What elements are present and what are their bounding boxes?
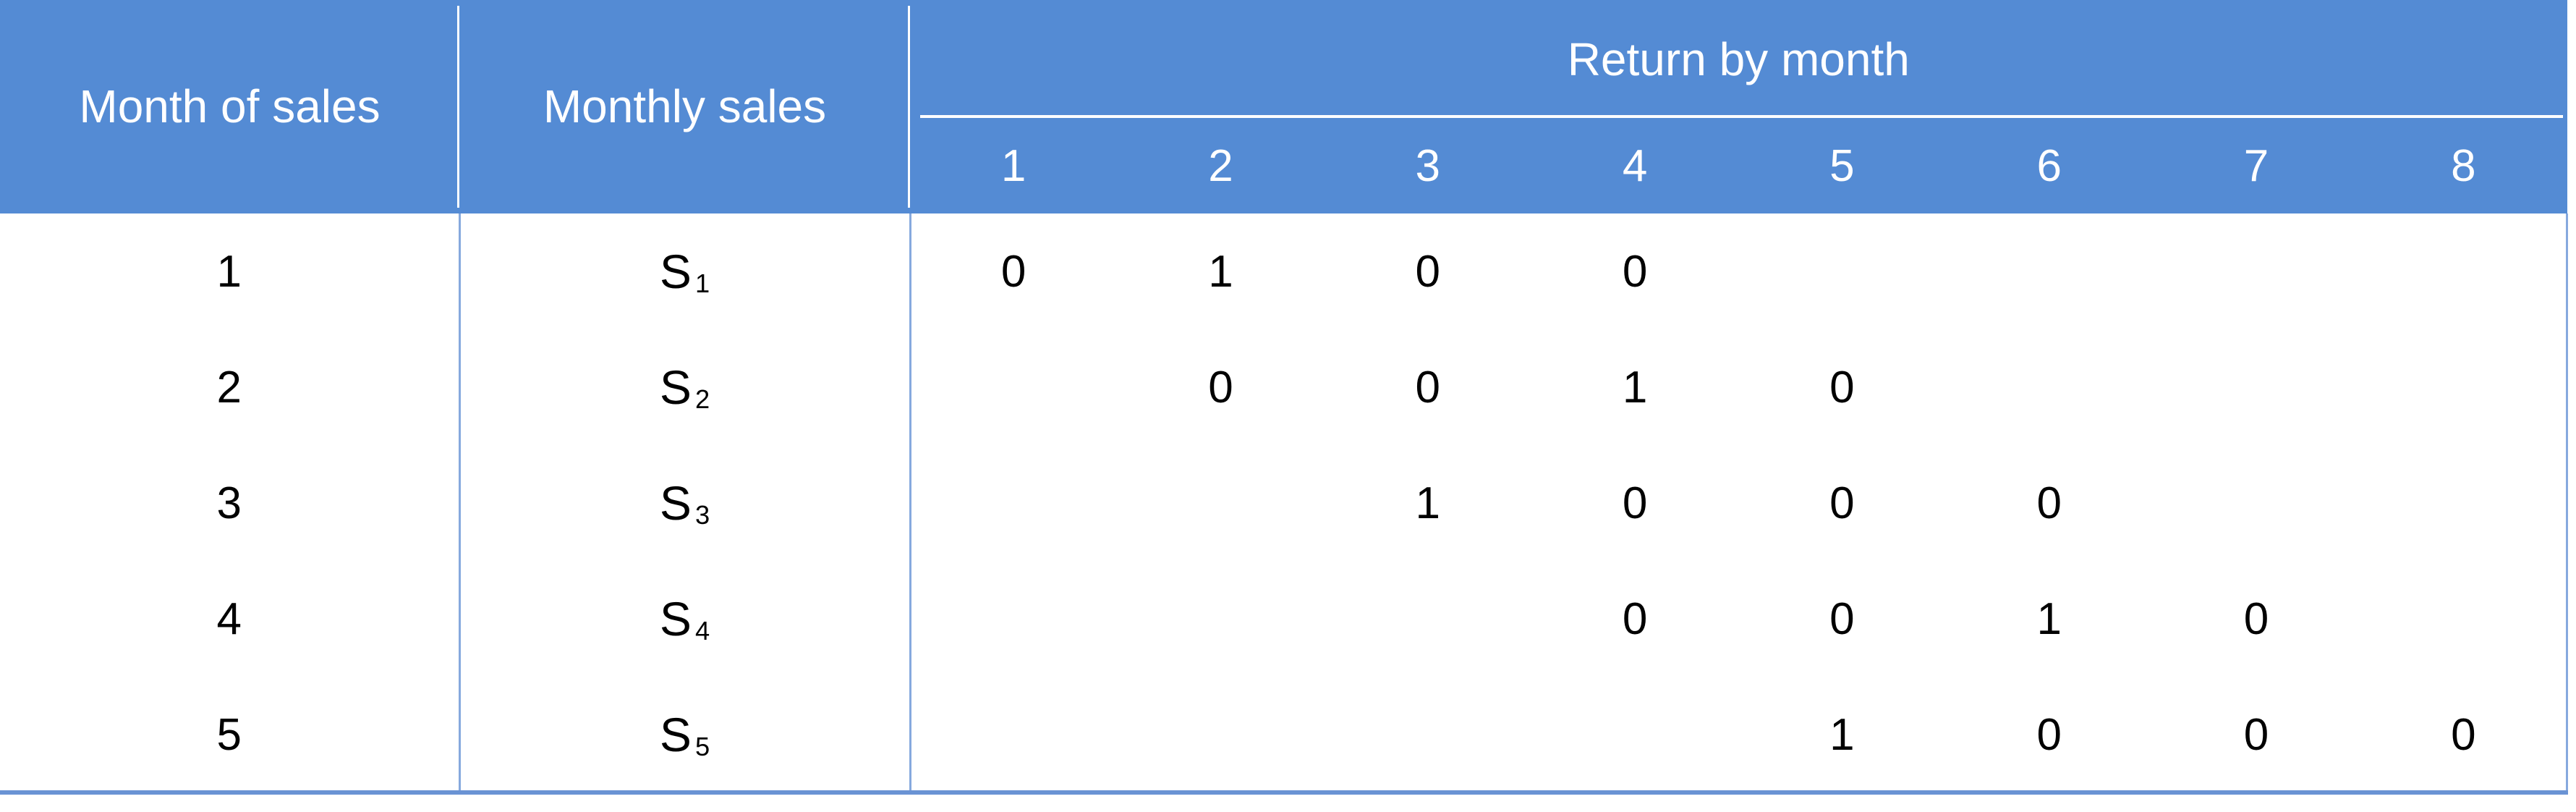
- cell-return-month-6: 0: [1945, 445, 2154, 561]
- cell-return-month-1: [910, 677, 1118, 792]
- cell-return-month-3: [1324, 677, 1533, 792]
- return-by-month-table-container: Month of sales Monthly sales Return by m…: [0, 0, 2576, 812]
- monthly-sales-symbol: S: [659, 708, 692, 761]
- monthly-sales-symbol: S: [659, 245, 692, 298]
- cell-return-month-5: 1: [1738, 677, 1947, 792]
- cell-return-month-3: 0: [1324, 329, 1533, 445]
- cell-return-month-7: [2152, 213, 2361, 329]
- column-header-return-month-4: 4: [1531, 118, 1739, 213]
- cell-return-month-5: 0: [1738, 445, 1947, 561]
- table-row: 5 S5 1 0 0 0: [0, 677, 2569, 792]
- column-header-return-month-6: 6: [1945, 118, 2153, 213]
- cell-month-of-sales: 1: [0, 213, 461, 329]
- cell-return-month-1: [910, 329, 1118, 445]
- cell-return-month-8: [2360, 329, 2569, 445]
- monthly-sales-symbol: S: [659, 592, 692, 646]
- monthly-sales-subscript: 1: [694, 268, 710, 298]
- column-group-header-return-by-month: Return by month: [910, 0, 2567, 118]
- header-group-row: Month of sales Monthly sales Return by m…: [0, 0, 2567, 213]
- table-row: 2 S2 0 0 1 0: [0, 329, 2569, 445]
- monthly-sales-subscript: 2: [694, 384, 710, 414]
- cell-return-month-7: [2152, 445, 2361, 561]
- cell-return-month-1: [910, 561, 1118, 677]
- cell-monthly-sales: S1: [459, 213, 911, 329]
- cell-return-month-2: [1117, 677, 1326, 792]
- cell-return-month-5: [1738, 213, 1947, 329]
- cell-return-month-8: [2360, 213, 2569, 329]
- column-header-return-month-8: 8: [2360, 118, 2567, 213]
- cell-return-month-8: [2360, 561, 2569, 677]
- cell-monthly-sales: S4: [459, 561, 911, 677]
- cell-return-month-7: [2152, 329, 2361, 445]
- cell-return-month-4: 0: [1531, 213, 1740, 329]
- cell-monthly-sales: S3: [459, 445, 911, 561]
- cell-month-of-sales: 4: [0, 561, 461, 677]
- cell-return-month-8: [2360, 445, 2569, 561]
- cell-return-month-2: [1117, 445, 1326, 561]
- cell-return-month-7: 0: [2152, 677, 2361, 792]
- column-header-return-month-7: 7: [2152, 118, 2360, 213]
- cell-return-month-3: [1324, 561, 1533, 677]
- cell-return-month-2: [1117, 561, 1326, 677]
- table-row: 1 S1 0 1 0 0: [0, 213, 2569, 329]
- column-header-return-month-1: 1: [910, 118, 1118, 213]
- cell-return-month-4: 1: [1531, 329, 1740, 445]
- column-header-return-month-5: 5: [1738, 118, 1946, 213]
- cell-return-month-1: [910, 445, 1118, 561]
- cell-return-month-4: 0: [1531, 445, 1740, 561]
- cell-return-month-3: 1: [1324, 445, 1533, 561]
- cell-return-month-1: 0: [910, 213, 1118, 329]
- cell-monthly-sales: S5: [459, 677, 911, 792]
- column-header-month-of-sales: Month of sales: [0, 0, 459, 213]
- monthly-sales-subscript: 4: [694, 615, 710, 646]
- monthly-sales-subscript: 5: [694, 731, 710, 761]
- cell-return-month-6: [1945, 329, 2154, 445]
- cell-return-month-8: 0: [2360, 677, 2569, 792]
- cell-return-month-6: 1: [1945, 561, 2154, 677]
- monthly-sales-subscript: 3: [694, 499, 710, 530]
- cell-return-month-5: 0: [1738, 561, 1947, 677]
- cell-return-month-6: [1945, 213, 2154, 329]
- cell-month-of-sales: 2: [0, 329, 461, 445]
- monthly-sales-symbol: S: [659, 360, 692, 414]
- cell-return-month-7: 0: [2152, 561, 2361, 677]
- cell-return-month-4: [1531, 677, 1740, 792]
- table-row: 3 S3 1 0 0 0: [0, 445, 2569, 561]
- table-header: Month of sales Monthly sales Return by m…: [0, 0, 2567, 213]
- cell-return-month-2: 1: [1117, 213, 1326, 329]
- cell-return-month-6: 0: [1945, 677, 2154, 792]
- cell-return-month-4: 0: [1531, 561, 1740, 677]
- return-by-month-table: Month of sales Monthly sales Return by m…: [0, 0, 2569, 792]
- column-header-return-month-3: 3: [1324, 118, 1531, 213]
- cell-return-month-5: 0: [1738, 329, 1947, 445]
- table-bottom-rule: [0, 790, 2568, 795]
- monthly-sales-symbol: S: [659, 476, 692, 530]
- table-row: 4 S4 0 0 1 0: [0, 561, 2569, 677]
- table-body: 1 S1 0 1 0 0 2 S2 0 0 1 0 3 S 3 1 0 0 0 …: [0, 213, 2569, 792]
- cell-month-of-sales: 3: [0, 445, 461, 561]
- cell-return-month-2: 0: [1117, 329, 1326, 445]
- cell-month-of-sales: 5: [0, 677, 461, 792]
- cell-return-month-3: 0: [1324, 213, 1533, 329]
- column-header-monthly-sales: Monthly sales: [459, 0, 910, 213]
- column-header-return-month-2: 2: [1117, 118, 1325, 213]
- cell-monthly-sales: S2: [459, 329, 911, 445]
